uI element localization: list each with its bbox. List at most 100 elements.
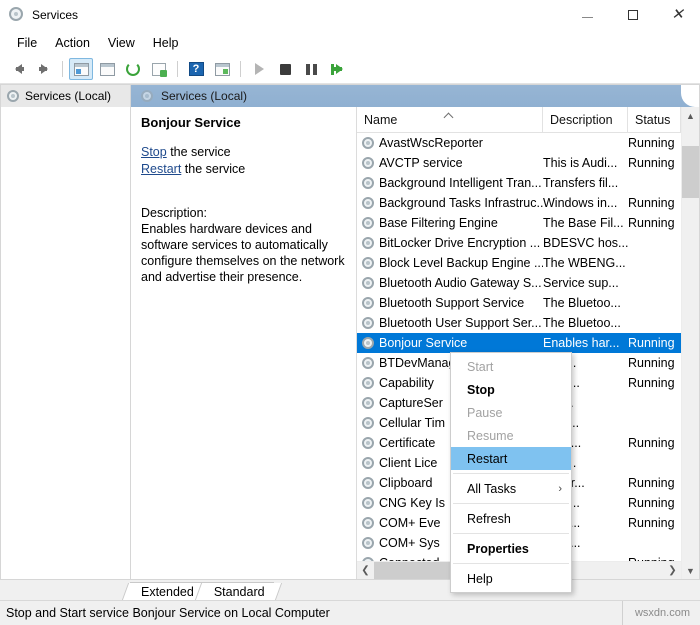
scroll-down-button[interactable]: ▼ — [682, 562, 699, 579]
service-name-label: Bluetooth Support Service — [379, 296, 524, 310]
table-row[interactable]: Background Tasks Infrastruc...Windows in… — [357, 193, 681, 213]
table-row[interactable]: Bonjour Service Enables har...Running — [357, 333, 681, 353]
show-console-tree-icon[interactable] — [69, 58, 93, 80]
cell-service-description: Enables har... — [543, 336, 628, 350]
cell-service-name: Bluetooth User Support Ser... — [357, 316, 543, 330]
menu-item-properties[interactable]: Properties — [451, 537, 571, 560]
menu-item-refresh[interactable]: Refresh — [451, 507, 571, 530]
menu-separator — [453, 563, 569, 564]
menu-item-help[interactable]: Help — [451, 567, 571, 590]
gear-icon — [362, 257, 374, 269]
details-body: Bonjour Service Stop the service Restart… — [131, 107, 699, 579]
column-header-name-label: Name — [364, 113, 397, 127]
restart-service-icon[interactable] — [325, 58, 349, 80]
gear-icon — [362, 497, 374, 509]
column-header-name[interactable]: Name — [357, 107, 543, 132]
table-row[interactable]: Background Intelligent Tran...Transfers … — [357, 173, 681, 193]
restart-service-link[interactable]: Restart — [141, 162, 181, 176]
cell-service-description: The WBENG... — [543, 256, 628, 270]
service-name-label: Background Intelligent Tran... — [379, 176, 542, 190]
menu-item-all-tasks[interactable]: All Tasks› — [451, 477, 571, 500]
gear-icon — [362, 397, 374, 409]
cell-service-name: AvastWscReporter — [357, 136, 543, 150]
properties-window-icon[interactable] — [95, 58, 119, 80]
pause-service-icon[interactable] — [299, 58, 323, 80]
menu-help[interactable]: Help — [144, 34, 188, 52]
table-row[interactable]: AVCTP serviceThis is Audi...Running — [357, 153, 681, 173]
cell-service-description: Windows in... — [543, 196, 628, 210]
cell-service-status: Running — [628, 476, 681, 490]
menu-item-label: Pause — [467, 406, 502, 420]
vertical-scrollbar[interactable]: ▲ ▼ — [681, 107, 699, 579]
export-list-icon[interactable] — [147, 58, 171, 80]
gear-icon — [362, 157, 374, 169]
cell-service-name: Bluetooth Audio Gateway S... — [357, 276, 543, 290]
sort-ascending-icon — [445, 111, 453, 119]
window-title: Services — [32, 8, 565, 22]
gear-icon — [362, 197, 374, 209]
service-name-label: Capability — [379, 376, 434, 390]
stop-service-icon[interactable] — [273, 58, 297, 80]
tab-standard[interactable]: Standard — [203, 582, 274, 600]
table-row[interactable]: Bluetooth Audio Gateway S...Service sup.… — [357, 273, 681, 293]
service-name-label: COM+ Eve — [379, 516, 440, 530]
menu-item-stop[interactable]: Stop — [451, 378, 571, 401]
menu-item-restart[interactable]: Restart — [451, 447, 571, 470]
service-name-label: BitLocker Drive Encryption ... — [379, 236, 540, 250]
forward-arrow-icon[interactable] — [32, 58, 56, 80]
cell-service-description: BDESVC hos... — [543, 236, 628, 250]
vscroll-thumb[interactable] — [682, 146, 699, 198]
cell-service-status: Running — [628, 436, 681, 450]
service-name-label: Bonjour Service — [379, 336, 467, 350]
main-content: Services (Local) Services (Local) Bonjou… — [0, 84, 700, 580]
table-row[interactable]: Bluetooth Support ServiceThe Bluetoo... — [357, 293, 681, 313]
service-name-label: Background Tasks Infrastruc... — [379, 196, 543, 210]
table-row[interactable]: Bluetooth User Support Ser...The Bluetoo… — [357, 313, 681, 333]
menu-view[interactable]: View — [99, 34, 144, 52]
menu-action[interactable]: Action — [46, 34, 99, 52]
maximize-button[interactable] — [610, 0, 655, 30]
tab-extended[interactable]: Extended — [130, 582, 203, 600]
table-row[interactable]: Block Level Backup Engine ...The WBENG..… — [357, 253, 681, 273]
close-button[interactable]: ✕ — [655, 0, 700, 30]
help-icon[interactable]: ? — [184, 58, 208, 80]
service-name-label: Certificate — [379, 436, 435, 450]
minimize-button[interactable] — [565, 0, 610, 30]
menu-file[interactable]: File — [8, 34, 46, 52]
gear-icon — [362, 477, 374, 489]
scroll-left-button[interactable]: ❮ — [357, 562, 374, 579]
gear-icon — [141, 90, 153, 102]
column-header-status[interactable]: Status — [628, 107, 681, 132]
cell-service-name: Bonjour Service — [357, 336, 543, 350]
vscroll-track[interactable] — [682, 124, 699, 562]
gear-icon — [362, 357, 374, 369]
back-arrow-icon[interactable] — [6, 58, 30, 80]
gear-icon — [362, 557, 374, 561]
table-row[interactable]: Base Filtering EngineThe Base Fil...Runn… — [357, 213, 681, 233]
gear-icon — [362, 537, 374, 549]
cell-service-status: Running — [628, 376, 681, 390]
cell-service-status: Running — [628, 336, 681, 350]
menu-item-label: Stop — [467, 383, 495, 397]
cell-service-description: The Bluetoo... — [543, 316, 628, 330]
cell-service-description: Service sup... — [543, 276, 628, 290]
table-row[interactable]: AvastWscReporterRunning — [357, 133, 681, 153]
scroll-right-button[interactable]: ❯ — [664, 562, 681, 579]
service-detail-panel: Bonjour Service Stop the service Restart… — [131, 107, 357, 579]
cell-service-status: Running — [628, 196, 681, 210]
scroll-up-button[interactable]: ▲ — [682, 107, 699, 124]
details-header: Services (Local) — [131, 85, 699, 107]
table-row[interactable]: BitLocker Drive Encryption ...BDESVC hos… — [357, 233, 681, 253]
toolbar-separator-3 — [240, 61, 241, 77]
service-name-label: Bluetooth User Support Ser... — [379, 316, 542, 330]
menu-item-label: Properties — [467, 542, 529, 556]
tree-item-services-local[interactable]: Services (Local) — [1, 85, 130, 107]
column-header-description[interactable]: Description — [543, 107, 628, 132]
start-service-icon[interactable] — [247, 58, 271, 80]
context-menu: StartStopPauseResumeRestartAll Tasks›Ref… — [450, 352, 572, 593]
stop-service-link[interactable]: Stop — [141, 145, 167, 159]
status-bar: Stop and Start service Bonjour Service o… — [0, 600, 700, 625]
refresh-icon[interactable] — [121, 58, 145, 80]
show-action-pane-icon[interactable] — [210, 58, 234, 80]
service-name-label: Bluetooth Audio Gateway S... — [379, 276, 542, 290]
